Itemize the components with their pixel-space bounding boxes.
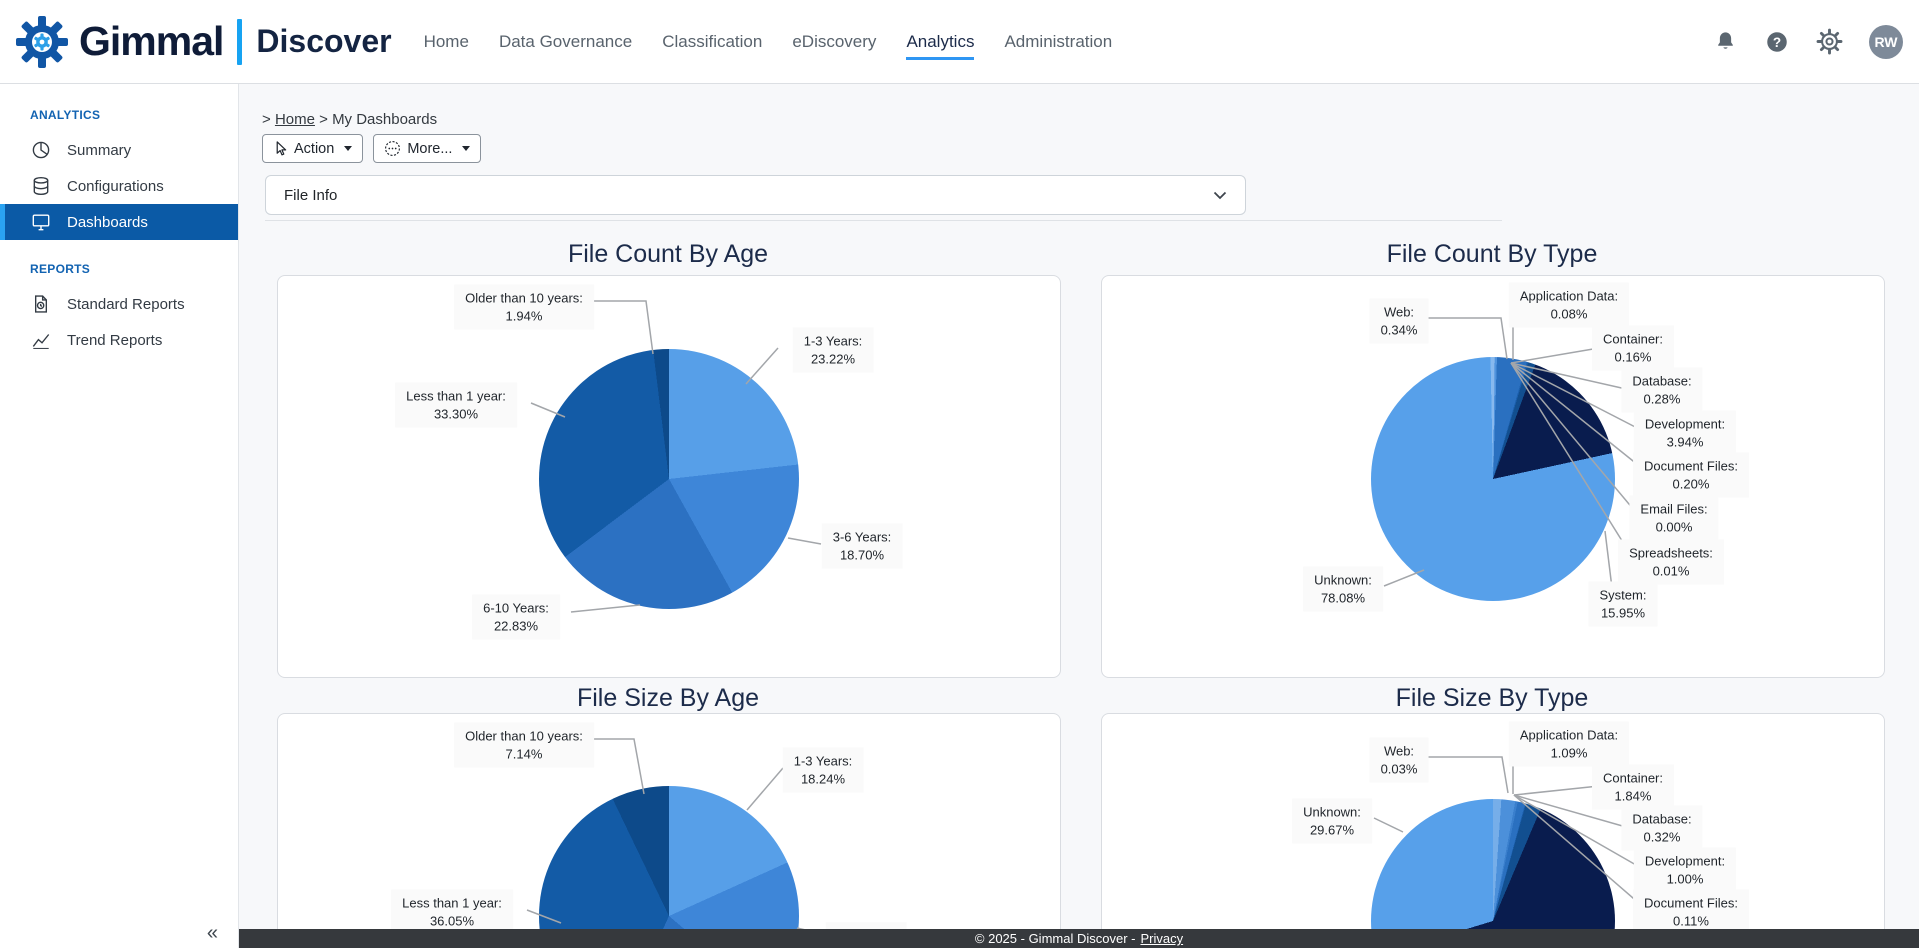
pie-slice-label: Spreadsheets:0.01% [1618, 539, 1724, 584]
pie-slice-label: Email Files:0.00% [1629, 495, 1718, 540]
cursor-icon [273, 140, 288, 157]
footer-privacy-link[interactable]: Privacy [1140, 931, 1183, 946]
sidebar-item-label: Configurations [67, 178, 164, 195]
sidebar-section-analytics: ANALYTICS [0, 108, 238, 132]
app-root: Gimmal Discover Home Data Governance Cla… [0, 0, 1919, 948]
pie-slice-label: 3-6 Years:18.70% [822, 523, 903, 568]
ellipsis-circle-icon [384, 140, 401, 157]
pie-slice-label: Database:0.32% [1621, 805, 1702, 850]
pie-file-size-by-age [539, 786, 799, 948]
action-button[interactable]: Action [262, 134, 363, 163]
pie-slice-label: Application Data:1.09% [1509, 721, 1629, 766]
pie-slice-label: Older than 10 years:7.14% [454, 722, 594, 767]
caret-down-icon [462, 146, 470, 151]
sidebar-item-summary[interactable]: Summary [0, 132, 238, 168]
pie-slice-label: Development:3.94% [1634, 410, 1736, 455]
pie-slice-label: Container:0.16% [1592, 325, 1674, 370]
monitor-icon [30, 211, 52, 233]
help-icon[interactable]: ? [1764, 29, 1790, 55]
nav-classification[interactable]: Classification [662, 24, 762, 60]
breadcrumb-current: My Dashboards [332, 111, 437, 128]
pie-slice-label: 1-3 Years:23.22% [793, 327, 874, 372]
main-nav: Home Data Governance Classification eDis… [424, 24, 1113, 60]
svg-text:?: ? [1773, 34, 1781, 49]
nav-data-governance[interactable]: Data Governance [499, 24, 632, 60]
header-icons: ? RW [1713, 25, 1903, 59]
chart-card-file-size-by-type: Application Data:1.09% Web:0.03% Contain… [1101, 713, 1885, 948]
chart-card-file-count-by-age: Older than 10 years:1.94% 1-3 Years:23.2… [277, 275, 1061, 678]
pie-slice-label: Application Data:0.08% [1509, 282, 1629, 327]
breadcrumb: > Home > My Dashboards [262, 111, 437, 128]
nav-analytics[interactable]: Analytics [906, 24, 974, 60]
sidebar-item-label: Standard Reports [67, 296, 185, 313]
pie-slice-label: Web:0.03% [1370, 737, 1429, 782]
report-document-icon [30, 293, 52, 315]
settings-gear-icon[interactable] [1816, 28, 1843, 55]
footer: © 2025 - Gimmal Discover - Privacy [239, 929, 1919, 948]
sidebar-collapse-button[interactable]: « [207, 922, 218, 945]
chart-card-file-size-by-age: Older than 10 years:7.14% 1-3 Years:18.2… [277, 713, 1061, 948]
pie-file-size-by-type [1371, 799, 1615, 948]
notifications-bell-icon[interactable] [1713, 29, 1738, 54]
sidebar-section-reports: REPORTS [0, 262, 238, 286]
main-content: > Home > My Dashboards Action More... [239, 84, 1919, 948]
brand-name: Gimmal [79, 18, 223, 65]
chart-title-file-size-by-age: File Size By Age [277, 684, 1059, 713]
pie-slice-label: Web:0.34% [1370, 298, 1429, 343]
sidebar-item-trend-reports[interactable]: Trend Reports [0, 322, 238, 358]
sidebar-item-configurations[interactable]: Configurations [0, 168, 238, 204]
pie-slice-label: Less than 1 year:36.05% [391, 889, 513, 934]
section-divider [265, 220, 1502, 221]
nav-ediscovery[interactable]: eDiscovery [792, 24, 876, 60]
pie-slice-label: 1-3 Years:18.24% [783, 747, 864, 792]
dashboard-select[interactable]: File Info [265, 175, 1246, 215]
chart-card-file-count-by-type: Application Data:0.08% Web:0.34% Contain… [1101, 275, 1885, 678]
pie-slice-label: Document Files:0.20% [1633, 452, 1749, 497]
footer-copyright: © 2025 - Gimmal Discover - [975, 931, 1136, 946]
database-icon [30, 175, 52, 197]
sidebar: ANALYTICS Summary Configurations Dashboa… [0, 84, 239, 948]
chart-title-file-count-by-age: File Count By Age [277, 240, 1059, 269]
pie-slice-label: System:15.95% [1589, 581, 1658, 626]
chart-title-file-count-by-type: File Count By Type [1101, 240, 1883, 269]
sidebar-item-label: Dashboards [67, 214, 148, 231]
pie-slice-label: Less than 1 year:33.30% [395, 382, 517, 427]
brand-divider [237, 19, 242, 65]
pie-chart-icon [30, 139, 52, 161]
toolbar: Action More... [262, 134, 481, 163]
trend-line-icon [30, 329, 52, 351]
sidebar-item-standard-reports[interactable]: Standard Reports [0, 286, 238, 322]
pie-slice-label: Unknown:78.08% [1303, 566, 1383, 611]
pie-slice-label: Older than 10 years:1.94% [454, 284, 594, 329]
brand-product: Discover [256, 23, 391, 60]
gimmal-gear-icon [15, 15, 69, 69]
pie-slice-label: Database:0.28% [1621, 367, 1702, 412]
breadcrumb-home-link[interactable]: Home [275, 111, 315, 128]
chart-title-file-size-by-type: File Size By Type [1101, 684, 1883, 713]
top-nav: Gimmal Discover Home Data Governance Cla… [0, 0, 1919, 84]
nav-home[interactable]: Home [424, 24, 469, 60]
gimmal-logo[interactable]: Gimmal Discover [15, 15, 392, 69]
pie-slice-label: Development:1.00% [1634, 847, 1736, 892]
pie-slice-label: Document Files:0.11% [1633, 889, 1749, 934]
pie-file-count-by-age [539, 349, 799, 609]
sidebar-item-label: Trend Reports [67, 332, 162, 349]
sidebar-item-dashboards[interactable]: Dashboards [0, 204, 238, 240]
nav-administration[interactable]: Administration [1004, 24, 1112, 60]
user-avatar[interactable]: RW [1869, 25, 1903, 59]
sidebar-item-label: Summary [67, 142, 131, 159]
caret-down-icon [344, 146, 352, 151]
pie-slice-label: 6-10 Years:22.83% [472, 594, 560, 639]
pie-slice-label: Unknown:29.67% [1292, 798, 1372, 843]
chevron-down-icon [1213, 191, 1227, 200]
more-button[interactable]: More... [373, 134, 481, 163]
pie-file-count-by-type [1371, 357, 1615, 601]
dashboard-select-value: File Info [284, 187, 337, 204]
pie-slice-label: Container:1.84% [1592, 764, 1674, 809]
